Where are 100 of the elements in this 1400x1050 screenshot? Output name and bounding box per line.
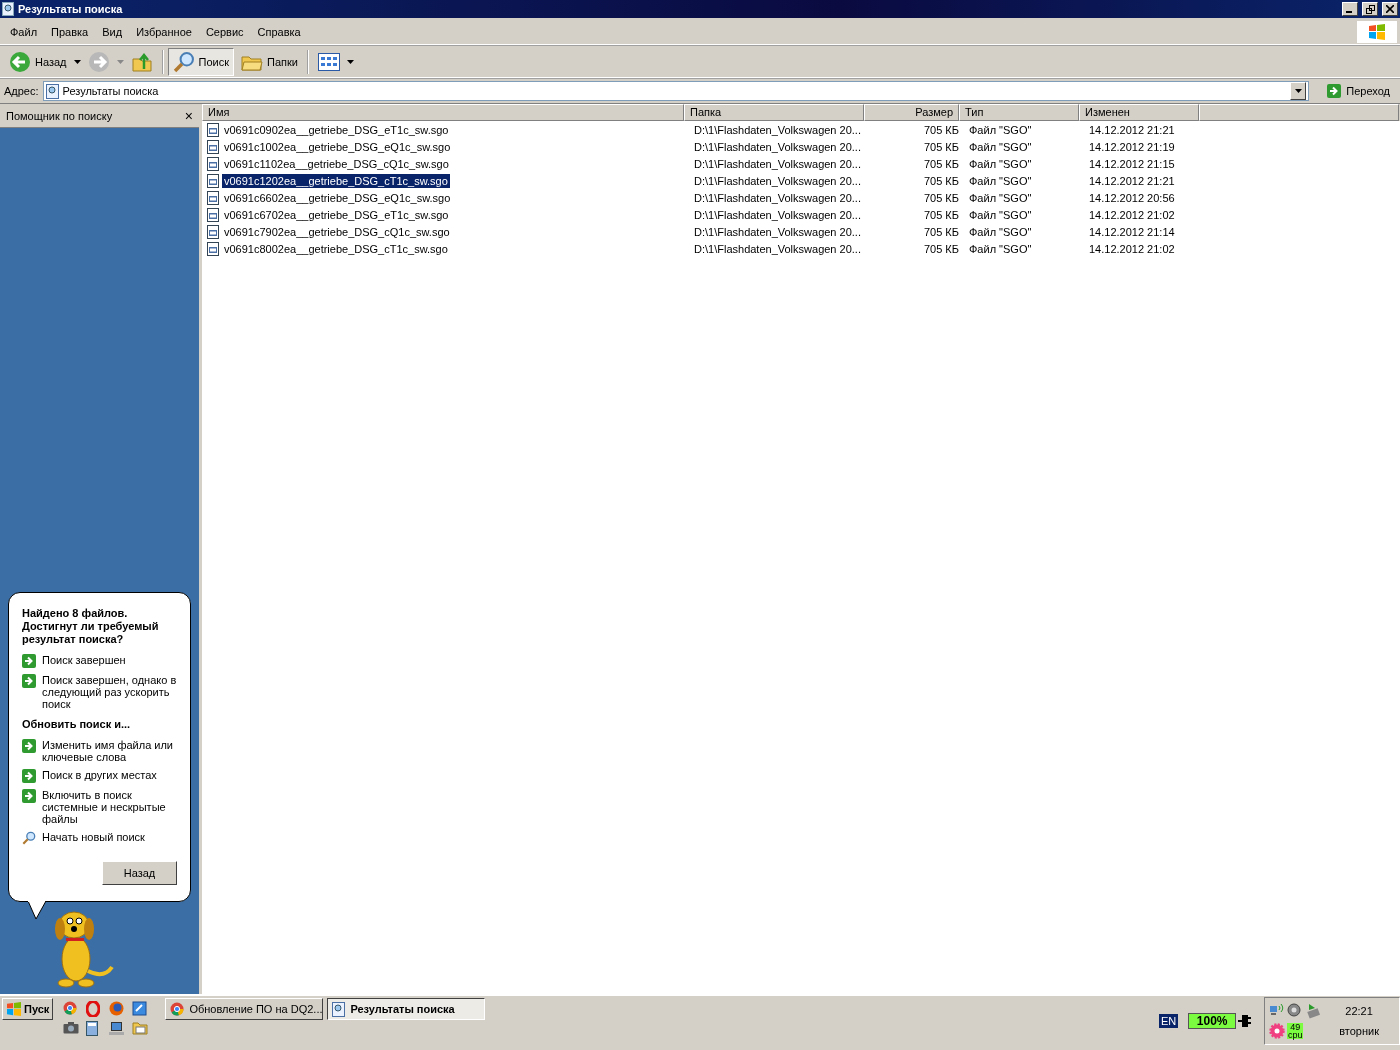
table-cell-text: 14.12.2012 21:14 (1088, 225, 1176, 238)
camera-icon[interactable] (63, 1021, 80, 1034)
folder-icon[interactable] (132, 1021, 149, 1035)
menu-item[interactable]: Правка (44, 24, 96, 40)
start-button[interactable]: Пуск (2, 998, 54, 1020)
option-link[interactable]: Изменить имя файла или ключевые слова (22, 739, 178, 763)
back-button[interactable]: Назад (102, 861, 177, 885)
file-name[interactable]: v0691c1202ea__getriebe_DSG_cT1c_sw.sgo (222, 173, 450, 188)
table-cell-text: Файл "SGO" (968, 242, 1033, 255)
table-cell-text: 705 КБ (922, 225, 960, 238)
document-icon (207, 190, 219, 205)
table-cell-text: 705 КБ (922, 208, 960, 221)
pane-title: Помощник по поиску (6, 109, 113, 122)
search-button[interactable]: Поиск (167, 47, 234, 76)
table-cell-text: Файл "SGO" (968, 208, 1033, 221)
table-cell-text: 14.12.2012 21:19 (1088, 140, 1176, 153)
column-header[interactable]: Имя (202, 104, 684, 121)
column-header[interactable]: Изменен (1079, 104, 1199, 121)
battery-indicator: 100% (1188, 1013, 1237, 1029)
column-header[interactable]: Размер (864, 104, 959, 121)
table-cell-text: 14.12.2012 21:15 (1088, 157, 1176, 170)
caret-icon[interactable] (346, 59, 354, 64)
close-button[interactable]: × (184, 107, 193, 124)
arrow-icon (22, 739, 36, 753)
caret-icon (1294, 89, 1302, 93)
menu-item[interactable]: Сервис (198, 24, 251, 40)
table-cell-text: D:\1\Flashdaten_Volkswagen 20... (693, 191, 862, 204)
taskbar-button[interactable]: Результаты поиска (327, 998, 486, 1020)
table-cell-text: Файл "SGO" (968, 225, 1033, 238)
document-icon (207, 156, 219, 171)
cpu-indicator[interactable]: 49 cpu (1287, 1023, 1304, 1039)
file-name[interactable]: v0691c6702ea__getriebe_DSG_eT1c_sw.sgo (222, 207, 451, 222)
shortcut-icon[interactable] (132, 1001, 148, 1016)
menu-item[interactable]: Вид (95, 24, 130, 40)
file-name[interactable]: v0691c1002ea__getriebe_DSG_eQ1c_sw.sgo (222, 139, 453, 154)
table-cell-text: 14.12.2012 21:21 (1088, 174, 1176, 187)
file-name[interactable]: v0691c8002ea__getriebe_DSG_cT1c_sw.sgo (222, 241, 450, 256)
option-link[interactable]: Включить в поиск системные и нескрытые файлы (22, 789, 178, 825)
speaker-icon[interactable] (1287, 1003, 1304, 1019)
browser-icon (170, 1002, 185, 1016)
menu-item[interactable]: Файл (3, 24, 45, 40)
network-icon[interactable] (1269, 1003, 1286, 1017)
dropdown-button[interactable] (1290, 82, 1307, 100)
table-cell-text: Файл "SGO" (968, 157, 1033, 170)
views-icon (317, 52, 340, 71)
language-indicator[interactable]: EN (1158, 1014, 1179, 1028)
menu-item[interactable]: Справка (250, 24, 308, 40)
option-link[interactable]: Поиск в других местах (22, 769, 178, 783)
column-header[interactable]: Папка (684, 104, 864, 121)
column-header[interactable]: Тип (959, 104, 1079, 121)
table-cell-text: D:\1\Flashdaten_Volkswagen 20... (693, 225, 862, 238)
search-document-icon (332, 1001, 346, 1017)
file-name[interactable]: v0691c7902ea__getriebe_DSG_cQ1c_sw.sgo (222, 224, 452, 239)
option-link[interactable]: Начать новый поиск (22, 831, 178, 845)
clock-time[interactable]: 22:21 (1345, 1005, 1373, 1017)
table-cell-text: 705 КБ (922, 140, 960, 153)
balloon-heading: Найдено 8 файлов. Достигнут ли требуемый результат поиска? (22, 607, 160, 646)
browser-icon (63, 1001, 78, 1015)
document-icon (207, 173, 219, 188)
minimize-button[interactable] (1342, 2, 1358, 16)
close-icon (1386, 5, 1394, 13)
search-icon (172, 50, 195, 73)
file-name[interactable]: v0691c1102ea__getriebe_DSG_cQ1c_sw.sgo (222, 156, 451, 171)
address-field[interactable]: Результаты поиска (42, 81, 1310, 101)
option-link[interactable]: Поиск завершен, однако в следующий раз ускорить поиск (22, 674, 178, 710)
address-label: Адрес: (4, 85, 39, 97)
restore-icon (1365, 4, 1375, 14)
file-name[interactable]: v0691c6602ea__getriebe_DSG_eQ1c_sw.sgo (222, 190, 453, 205)
option-link[interactable]: Поиск завершен (22, 654, 178, 668)
firefox-icon[interactable] (109, 1001, 125, 1016)
arrow-icon (22, 789, 36, 803)
go-button[interactable]: Переход (1313, 84, 1396, 98)
gear-icon[interactable] (1269, 1023, 1286, 1039)
close-button[interactable] (1382, 2, 1398, 16)
table-cell-text: Файл "SGO" (968, 140, 1033, 153)
back-button[interactable]: Назад (4, 47, 72, 76)
arrow-icon (22, 674, 36, 688)
computer-icon[interactable] (109, 1021, 125, 1036)
opera-icon[interactable] (86, 1001, 101, 1017)
document-icon (207, 122, 219, 137)
caret-icon[interactable] (73, 59, 81, 64)
windows-logo (6, 1002, 22, 1016)
table-cell-text: 14.12.2012 21:21 (1088, 123, 1176, 136)
search-document-icon (45, 83, 59, 99)
table-cell-text: 14.12.2012 21:02 (1088, 242, 1176, 255)
restore-button[interactable] (1362, 2, 1378, 16)
table-cell-text: D:\1\Flashdaten_Volkswagen 20... (693, 123, 862, 136)
clock-day[interactable]: вторник (1339, 1025, 1379, 1037)
table-cell-text: 14.12.2012 21:02 (1088, 208, 1176, 221)
table-cell-text: 705 КБ (922, 157, 960, 170)
file-name[interactable]: v0691c0902ea__getriebe_DSG_eT1c_sw.sgo (222, 122, 451, 137)
calculator-icon[interactable] (86, 1021, 99, 1036)
menu-item[interactable]: Избранное (129, 24, 199, 40)
table-cell-text: 705 КБ (922, 242, 960, 255)
folders-button[interactable]: Папки (236, 47, 303, 76)
document-icon (207, 139, 219, 154)
table-cell-text: D:\1\Flashdaten_Volkswagen 20... (693, 242, 862, 255)
search-document-icon (2, 2, 14, 16)
table-cell-text: D:\1\Flashdaten_Volkswagen 20... (693, 174, 862, 187)
taskbar-button[interactable]: Обновление ПО на DQ2... (165, 998, 324, 1020)
